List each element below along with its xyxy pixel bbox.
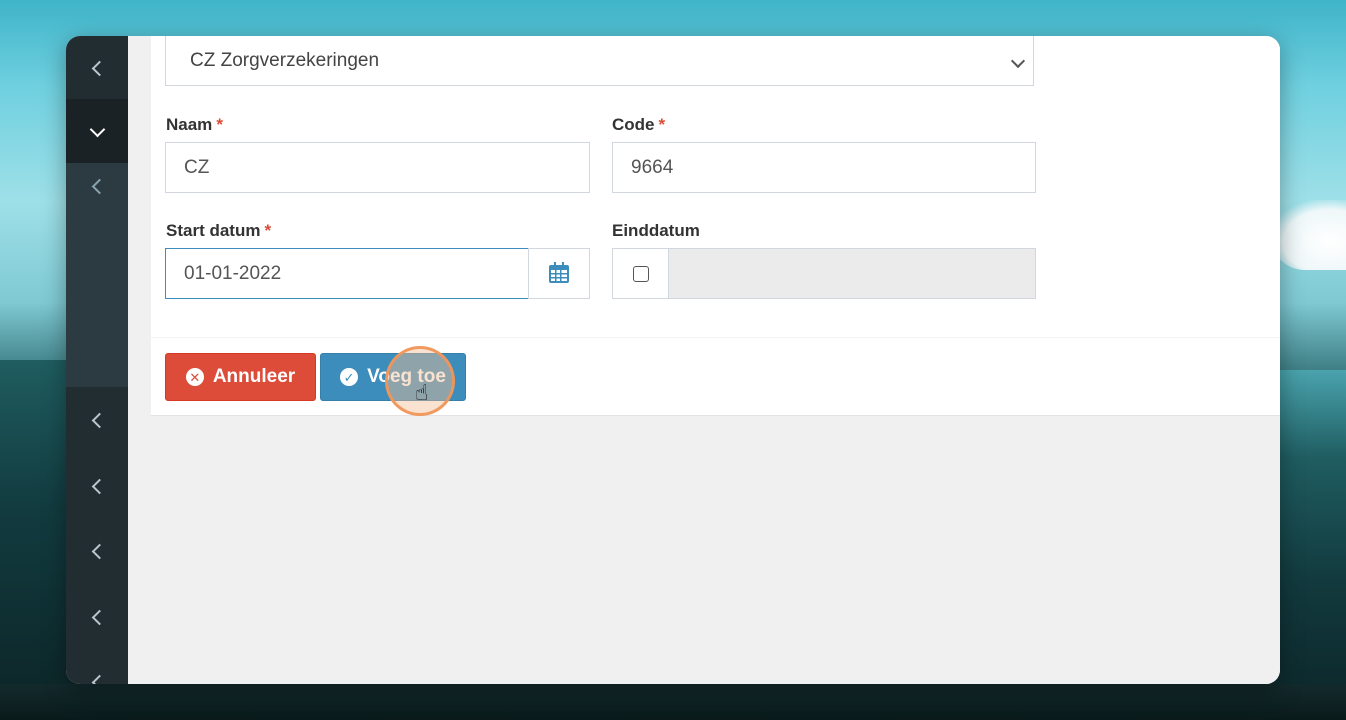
required-mark: * bbox=[216, 115, 223, 134]
einddatum-checkbox[interactable] bbox=[632, 265, 649, 282]
voeg-toe-button-label: Voeg toe bbox=[367, 366, 446, 387]
chevron-left-icon bbox=[91, 543, 107, 559]
start-datum-value: 01-01-2022 bbox=[184, 262, 282, 284]
times-circle-icon: ✕ bbox=[185, 368, 204, 386]
start-datum-label: Start datum * bbox=[166, 221, 271, 241]
start-datum-input[interactable]: 01-01-2022 bbox=[165, 248, 529, 299]
form-footer: ✕ Annuleer ✓ Voeg toe bbox=[151, 337, 1280, 416]
chevron-down-icon bbox=[1010, 53, 1026, 69]
annuleer-button[interactable]: ✕ Annuleer bbox=[165, 353, 316, 401]
sidebar-item-2[interactable] bbox=[66, 388, 128, 452]
sidebar-submenu bbox=[66, 163, 128, 387]
einddatum-label: Einddatum bbox=[612, 221, 700, 241]
einddatum-label-text: Einddatum bbox=[612, 221, 700, 240]
chevron-down-icon bbox=[89, 121, 105, 137]
app-window: CZ Zorgverzekeringen Naam * CZ Code * 9664… bbox=[66, 36, 1280, 684]
sidebar-item-5[interactable] bbox=[66, 585, 128, 649]
calendar-icon bbox=[549, 261, 569, 283]
code-input[interactable]: 9664 bbox=[612, 142, 1036, 193]
naam-input[interactable]: CZ bbox=[165, 142, 590, 193]
einddatum-input bbox=[668, 248, 1036, 299]
sidebar-item-6[interactable] bbox=[66, 650, 128, 684]
code-label-text: Code bbox=[612, 115, 655, 134]
einddatum-checkbox-addon bbox=[612, 248, 669, 299]
code-value: 9664 bbox=[631, 156, 674, 178]
chevron-left-icon bbox=[91, 674, 107, 684]
sidebar bbox=[66, 36, 128, 684]
sidebar-item-expanded[interactable] bbox=[66, 99, 128, 163]
sidebar-item-4[interactable] bbox=[66, 519, 128, 583]
start-datum-label-text: Start datum bbox=[166, 221, 261, 240]
background-cloud bbox=[1270, 200, 1346, 270]
check-circle-icon: ✓ bbox=[340, 368, 359, 386]
background-ground bbox=[0, 684, 1346, 720]
calendar-button[interactable] bbox=[528, 248, 590, 299]
code-label: Code * bbox=[612, 115, 665, 135]
sidebar-subitem[interactable] bbox=[66, 163, 128, 209]
naam-value: CZ bbox=[184, 156, 210, 178]
chevron-left-icon bbox=[91, 478, 107, 494]
chevron-left-icon bbox=[91, 609, 107, 625]
required-mark: * bbox=[658, 115, 666, 134]
required-mark: * bbox=[264, 221, 272, 240]
sidebar-item-3[interactable] bbox=[66, 454, 128, 518]
annuleer-button-label: Annuleer bbox=[212, 366, 296, 387]
form-box: CZ Zorgverzekeringen Naam * CZ Code * 9664… bbox=[151, 36, 1280, 416]
background-hill-right bbox=[1270, 370, 1346, 720]
sidebar-item-1[interactable] bbox=[66, 36, 128, 100]
voeg-toe-button[interactable]: ✓ Voeg toe bbox=[320, 353, 466, 401]
chevron-left-icon bbox=[91, 412, 107, 428]
naam-label-text: Naam bbox=[166, 115, 213, 134]
insurer-select-value: CZ Zorgverzekeringen bbox=[190, 49, 380, 71]
chevron-left-icon bbox=[91, 178, 107, 194]
naam-label: Naam * bbox=[166, 115, 223, 135]
main-content: CZ Zorgverzekeringen Naam * CZ Code * 9664… bbox=[128, 36, 1280, 684]
chevron-left-icon bbox=[91, 60, 107, 76]
insurer-select[interactable]: CZ Zorgverzekeringen bbox=[165, 36, 1034, 86]
